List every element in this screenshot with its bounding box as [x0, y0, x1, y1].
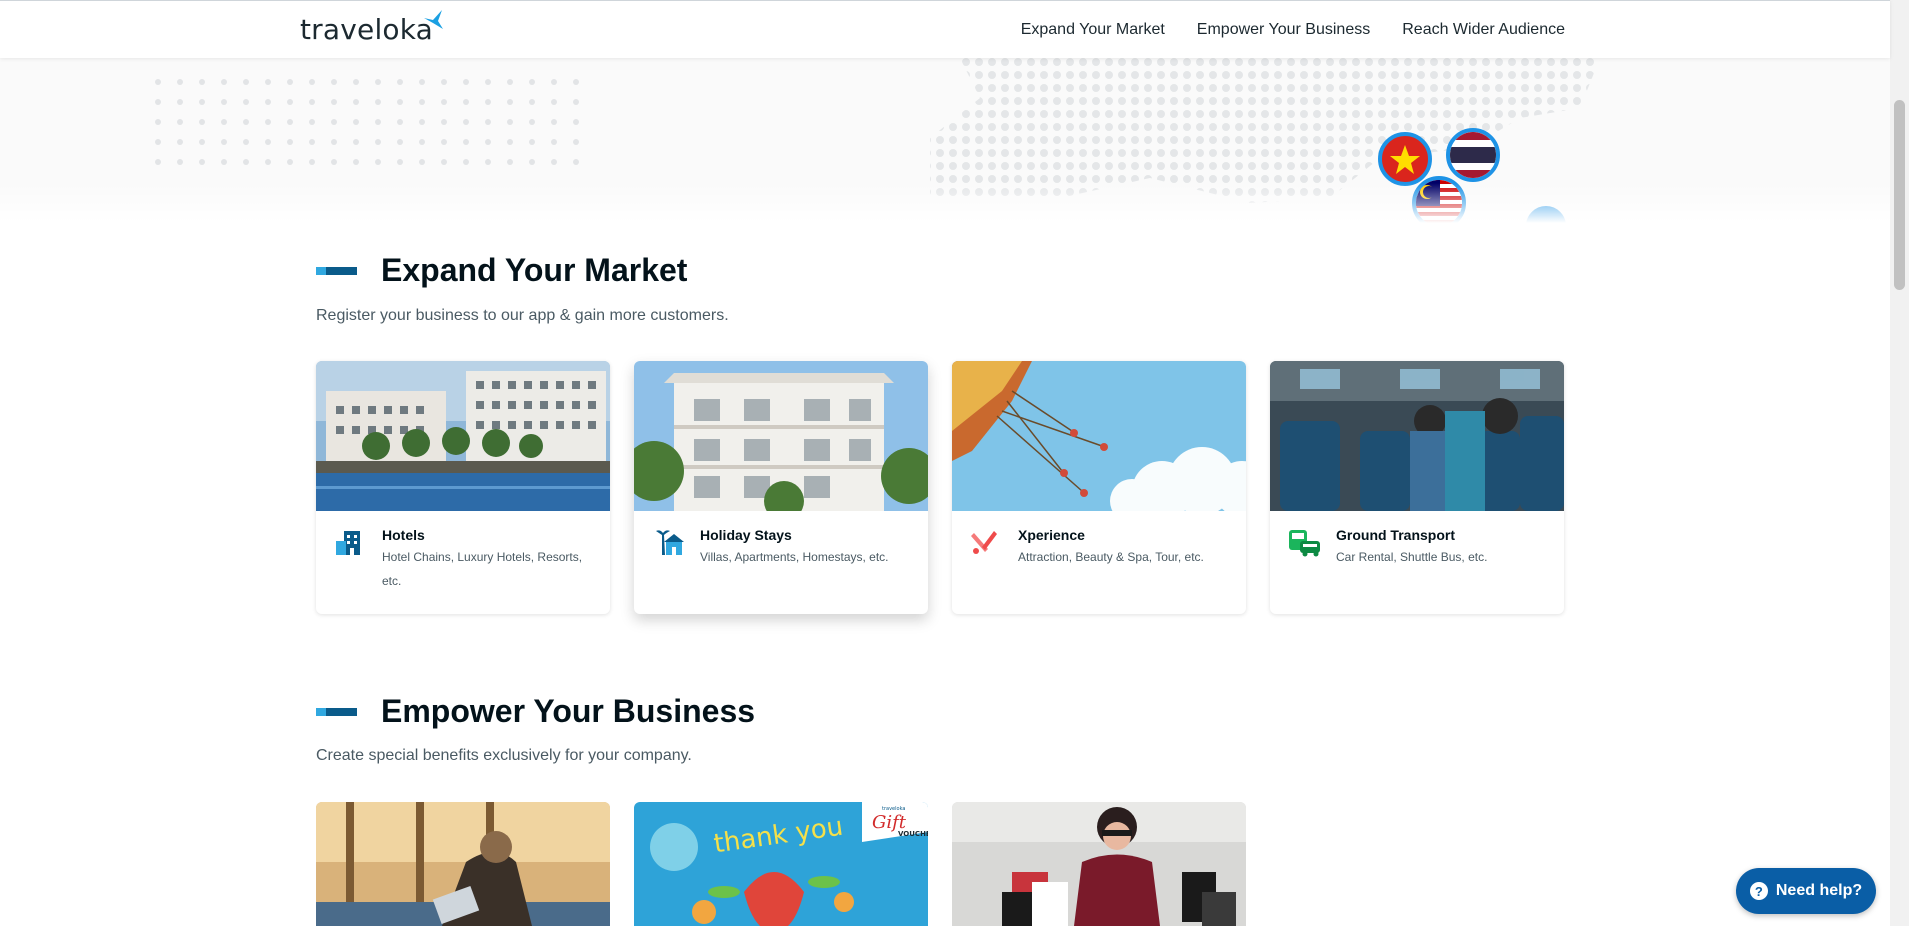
expand-cards: Hotels Hotel Chains, Luxury Hotels, Reso… — [316, 361, 1564, 614]
holiday-stays-card[interactable]: Holiday Stays Villas, Apartments, Homest… — [634, 361, 928, 614]
nav-reach-audience[interactable]: Reach Wider Audience — [1402, 21, 1565, 39]
traveloka-logo[interactable]: traveloka — [300, 10, 443, 47]
expand-section-subtitle: Register your business to our app & gain… — [316, 307, 729, 324]
card-title: Hotels — [382, 527, 425, 543]
shopping-woman-image — [952, 802, 1246, 926]
expand-section-title: Expand Your Market — [381, 252, 688, 288]
card-description: Villas, Apartments, Homestays, etc. — [700, 550, 889, 564]
businessman-laptop-image — [316, 802, 610, 926]
hotel-icon — [336, 531, 360, 555]
main-nav: Expand Your Market Empower Your Business… — [1021, 21, 1565, 39]
gift-voucher-image: thank you traveloka Gift VOUCHER — [634, 802, 928, 926]
title-accent-bar — [316, 707, 357, 716]
card-description: Attraction, Beauty & Spa, Tour, etc. — [1018, 550, 1204, 564]
xperience-card[interactable]: Xperience Attraction, Beauty & Spa, Tour… — [952, 361, 1246, 614]
gift-voucher-card[interactable]: thank you traveloka Gift VOUCHER — [634, 802, 928, 926]
holiday-stays-image — [634, 361, 928, 511]
shopping-card[interactable] — [952, 802, 1246, 926]
logo-text: traveloka — [300, 12, 434, 46]
xperience-icon — [971, 531, 997, 554]
ground-transport-card[interactable]: Ground Transport Car Rental, Shuttle Bus… — [1270, 361, 1564, 614]
thailand-flag-icon — [1446, 128, 1500, 182]
xperience-image — [952, 361, 1246, 511]
empower-cards: thank you traveloka Gift VOUCHER — [316, 802, 1246, 926]
card-description: Car Rental, Shuttle Bus, etc. — [1336, 550, 1488, 564]
ground-transport-image — [1270, 361, 1564, 511]
page-scrollbar[interactable] — [1890, 0, 1909, 926]
vietnam-flag-icon — [1378, 132, 1432, 186]
palm-house-icon — [656, 530, 684, 555]
card-title: Xperience — [1018, 527, 1085, 543]
hotels-card[interactable]: Hotels Hotel Chains, Luxury Hotels, Reso… — [316, 361, 610, 614]
business-travel-card[interactable] — [316, 802, 610, 926]
empower-section-subtitle: Create special benefits exclusively for … — [316, 747, 692, 764]
need-help-label: Need help? — [1775, 882, 1863, 899]
bus-car-icon — [1289, 530, 1320, 557]
expand-section-heading: Expand Your Market — [316, 252, 687, 289]
top-header: traveloka Expand Your Market Empower You… — [0, 0, 1890, 58]
need-help-button[interactable]: ? Need help? — [1736, 868, 1876, 914]
empower-section-heading: Empower Your Business — [316, 693, 755, 730]
question-icon: ? — [1749, 882, 1768, 900]
nav-empower-business[interactable]: Empower Your Business — [1197, 21, 1370, 39]
card-description: Hotel Chains, Luxury Hotels, Resorts, et… — [382, 550, 583, 588]
hotels-image — [316, 361, 610, 511]
title-accent-bar — [316, 266, 357, 275]
svg-text:VOUCHER: VOUCHER — [898, 830, 928, 838]
scrollbar-thumb[interactable] — [1894, 100, 1905, 290]
card-title: Ground Transport — [1336, 527, 1455, 543]
hero-banner — [0, 58, 1890, 223]
empower-section-title: Empower Your Business — [381, 693, 756, 729]
nav-expand-market[interactable]: Expand Your Market — [1021, 21, 1165, 39]
bird-logo-icon — [424, 10, 443, 29]
card-title: Holiday Stays — [700, 527, 792, 543]
